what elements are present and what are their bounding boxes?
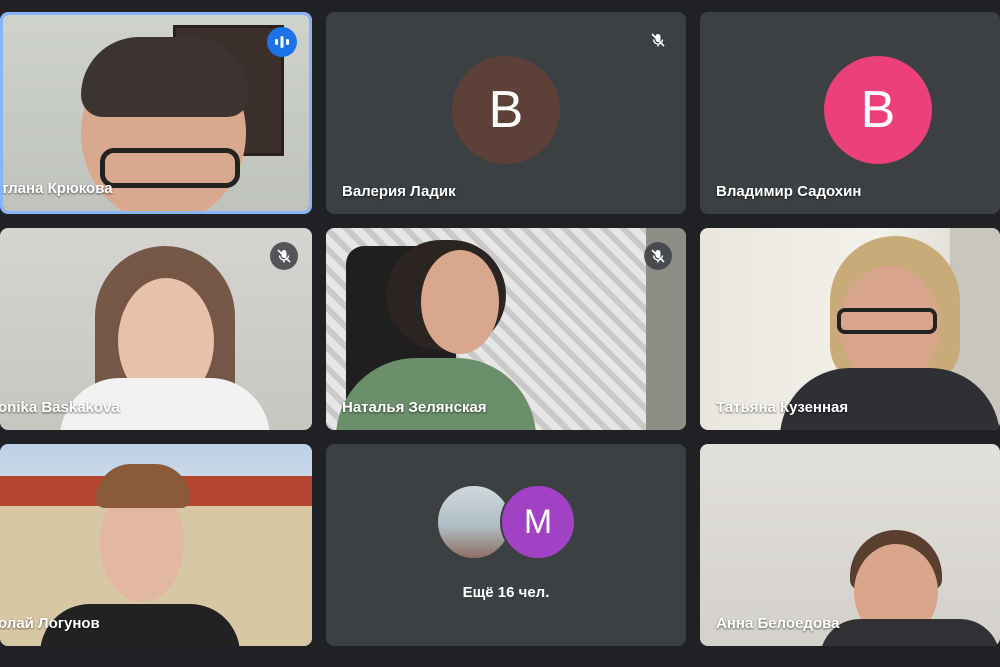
more-participants-tile[interactable]: M Ещё 16 чел. <box>326 444 686 646</box>
participant-name: Анна Белоедова <box>716 615 840 632</box>
participant-name: Владимир Садохин <box>716 183 862 200</box>
mic-off-icon <box>651 33 665 47</box>
participant-tile-sadokhin[interactable]: В Владимир Садохин <box>700 12 1000 214</box>
mic-off-icon <box>651 249 665 263</box>
hair <box>96 464 190 508</box>
participant-name: Татьяна Кузенная <box>716 399 849 416</box>
participant-tile-baskakova[interactable]: onika Baskakova <box>0 228 312 430</box>
avatar: В <box>452 56 560 164</box>
participant-name: олай Логунов <box>0 615 100 632</box>
participant-tile-krukova[interactable]: тлана Крюкова <box>0 12 312 214</box>
participant-tile-beloedova[interactable]: Анна Белоедова <box>700 444 1000 646</box>
glasses <box>837 308 937 334</box>
participant-tile-logunov[interactable]: олай Логунов <box>0 444 312 646</box>
audio-level-icon <box>275 36 289 48</box>
participant-name: Валерия Ладик <box>342 183 456 200</box>
face <box>421 250 499 354</box>
participant-name: тлана Крюкова <box>1 180 113 197</box>
participant-tile-kuzennaya[interactable]: Татьяна Кузенная <box>700 228 1000 430</box>
avatar: В <box>824 56 932 164</box>
more-participants-label: Ещё 16 чел. <box>462 584 550 601</box>
participant-tile-ladik[interactable]: В Валерия Ладик <box>326 12 686 214</box>
shirt <box>820 619 1000 646</box>
participant-tile-zelyanskaya[interactable]: Наталья Зелянская <box>326 228 686 430</box>
hair <box>81 37 249 117</box>
participant-name: Наталья Зелянская <box>342 399 487 416</box>
glasses <box>100 148 240 188</box>
mute-indicator <box>644 242 672 270</box>
speaking-indicator <box>267 27 297 57</box>
mute-indicator <box>270 242 298 270</box>
mute-indicator <box>644 26 672 54</box>
avatar: M <box>500 484 576 560</box>
participant-name: onika Baskakova <box>0 399 120 416</box>
mic-off-icon <box>277 249 291 263</box>
more-avatars: M <box>436 484 576 560</box>
